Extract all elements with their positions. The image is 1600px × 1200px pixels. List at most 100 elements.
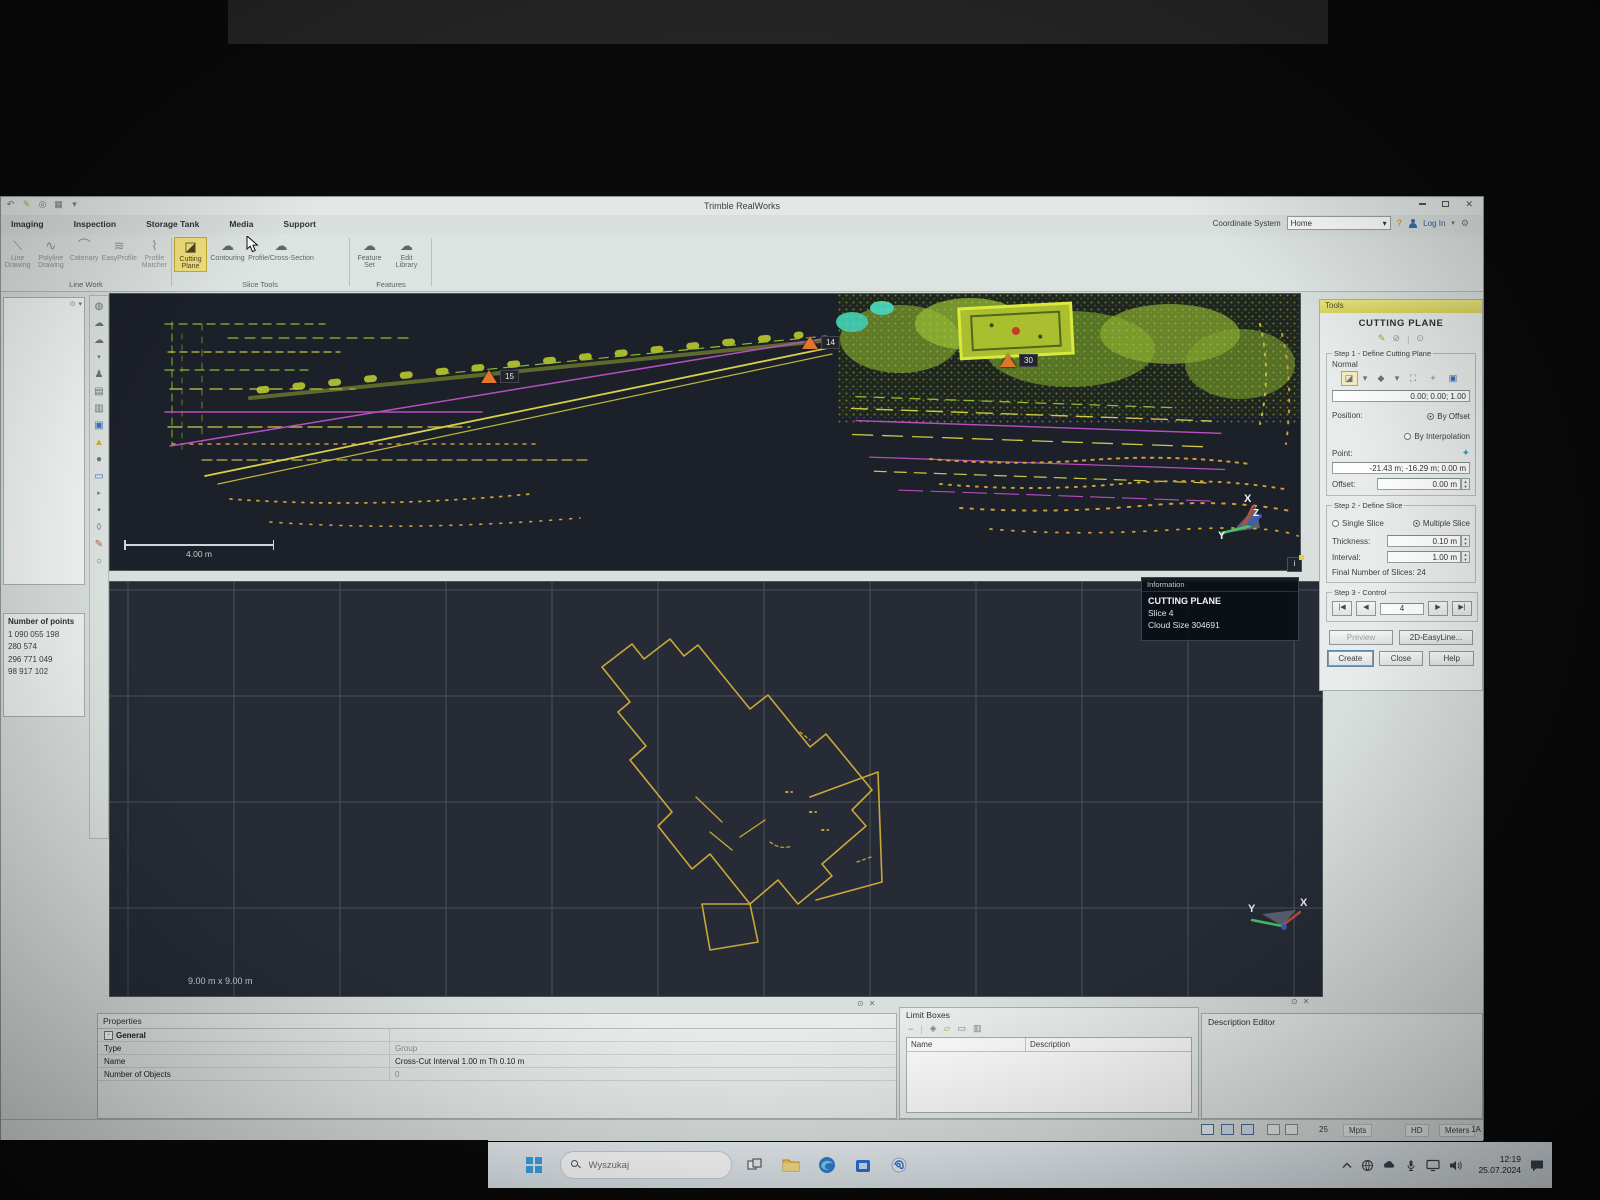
maximize-icon[interactable] <box>1442 201 1449 207</box>
tree-dropdown-icon[interactable]: ▾ <box>78 300 82 308</box>
close-button[interactable]: Close <box>1379 651 1424 666</box>
tab-support[interactable]: Support <box>281 217 318 231</box>
tool-profile-matcher[interactable]: ⌇ Profile Matcher <box>140 237 169 270</box>
interval-spinner[interactable]: ▴▾ <box>1461 551 1470 563</box>
preview-button[interactable]: Preview <box>1329 630 1393 645</box>
disable-plane-icon[interactable]: ⊘ <box>1393 333 1401 344</box>
create-button[interactable]: Create <box>1328 651 1373 666</box>
tool-contouring[interactable]: ☁ Contouring <box>211 237 244 272</box>
tool-cutting-plane[interactable]: ◪ Cutting Plane <box>174 237 207 272</box>
edge-browser-icon[interactable] <box>814 1152 840 1178</box>
edit-plane-icon[interactable]: ✎ <box>1378 333 1386 344</box>
collapse-icon[interactable]: − <box>104 1031 113 1040</box>
plane-mode-dropdown-icon[interactable]: ▾ <box>1361 371 1370 386</box>
tool-catenary[interactable]: ⌒ Catenary <box>70 237 99 270</box>
property-row[interactable]: Number of Objects 0 <box>98 1068 896 1081</box>
import-folder-icon[interactable]: ▱ <box>944 1023 951 1034</box>
interval-field[interactable]: 1.00 m <box>1387 551 1461 563</box>
thickness-spinner[interactable]: ▴▾ <box>1461 535 1470 547</box>
radio-multiple-slice[interactable]: Multiple Slice <box>1413 513 1470 531</box>
display-icon[interactable] <box>1426 1159 1440 1172</box>
login-dropdown-icon[interactable]: ▾ <box>1451 219 1455 227</box>
cloud-select-icon[interactable]: ☁ <box>92 334 106 348</box>
login-button[interactable]: Log In <box>1423 219 1445 228</box>
layout-split-vertical-icon[interactable] <box>1241 1124 1254 1135</box>
close-icon[interactable]: ✕ <box>1465 200 1473 208</box>
coordinate-system-select[interactable]: Home ▾ <box>1287 216 1391 230</box>
offset-spinner[interactable]: ▴▾ <box>1461 478 1470 490</box>
radio-by-interpolation[interactable]: By Interpolation <box>1404 426 1470 444</box>
offset-value-field[interactable]: 0.00 m <box>1377 478 1461 490</box>
tool-edit-library[interactable]: ☁ Edit Library <box>390 237 423 270</box>
help-icon[interactable]: ? <box>1397 218 1403 228</box>
property-row[interactable]: Name Cross-Cut Interval 1.00 m Th 0.10 m <box>98 1055 896 1068</box>
target-marker-icon[interactable]: ▲ <box>92 436 106 450</box>
statusbar-units[interactable]: Meters <box>1439 1124 1475 1137</box>
project-tree-panel[interactable]: ⊙ ▾ <box>3 297 85 585</box>
remove-icon[interactable]: − <box>908 1024 913 1034</box>
thickness-field[interactable]: 0.10 m <box>1387 535 1461 547</box>
layout-split-horizontal-icon[interactable] <box>1221 1124 1234 1135</box>
toolbar-dropdown-icon[interactable]: ▾ <box>92 351 106 365</box>
export-folder-icon[interactable]: ▭ <box>957 1023 966 1034</box>
circle-select-icon[interactable]: ○ <box>92 555 106 569</box>
viewport-2d-slice[interactable]: Y X 9.00 m x 9.00 m <box>109 581 1323 997</box>
slice-marker[interactable]: 30 <box>1000 354 1038 367</box>
notification-icon[interactable] <box>1530 1159 1544 1172</box>
column-description[interactable]: Description <box>1026 1038 1074 1051</box>
next-slice-icon[interactable]: ▶ <box>1428 601 1448 616</box>
last-slice-icon[interactable]: ▶| <box>1452 601 1472 616</box>
stamp-tool-icon[interactable]: ♟ <box>92 368 106 382</box>
point-value-field[interactable]: -21.43 m; -16.29 m; 0.00 m <box>1332 462 1470 474</box>
sphere-tool-icon[interactable]: ● <box>92 453 106 467</box>
help-button[interactable]: Help <box>1429 651 1474 666</box>
segment-tool-icon[interactable]: ▥ <box>92 402 106 416</box>
statusbar-quality[interactable]: HD <box>1405 1124 1429 1137</box>
point-cloud-canvas[interactable]: X Z Y <box>110 294 1300 570</box>
orbit-icon[interactable]: ◍ <box>92 300 106 314</box>
speaker-icon[interactable] <box>1449 1159 1463 1172</box>
slice-marker[interactable]: 14 <box>802 336 840 349</box>
point-picker-icon[interactable]: ✦ <box>1462 448 1470 459</box>
pan-cloud-icon[interactable]: ☁ <box>92 317 106 331</box>
properties-group-row[interactable]: − General <box>98 1029 896 1042</box>
tool-line-drawing[interactable]: ⟍ Line Drawing <box>3 237 32 270</box>
tool-feature-set[interactable]: ☁ Feature Set <box>353 237 386 270</box>
render-mode-icon[interactable] <box>1267 1124 1280 1135</box>
previous-slice-icon[interactable]: ◀ <box>1356 601 1376 616</box>
dot-tool-icon[interactable]: • <box>92 504 106 518</box>
tool-easyprofile[interactable]: ≋ EasyProfile <box>103 237 136 270</box>
limit-boxes-table[interactable]: Name Description <box>906 1037 1192 1113</box>
tool-polyline-drawing[interactable]: ∿ Polyline Drawing <box>36 237 65 270</box>
file-explorer-icon[interactable] <box>778 1152 804 1178</box>
pick-axis-icon[interactable]: + <box>1425 371 1442 386</box>
normal-value-field[interactable]: 0.00; 0.00; 1.00 <box>1332 390 1470 402</box>
property-row[interactable]: Type Group <box>98 1042 896 1055</box>
pin-icon[interactable]: ⊙ <box>857 999 864 1008</box>
microphone-icon[interactable] <box>1405 1159 1417 1172</box>
axis-mode-dropdown-icon[interactable]: ▾ <box>1393 371 1402 386</box>
search-input[interactable] <box>587 1159 701 1172</box>
fit-points-icon[interactable]: ⛶ <box>1405 371 1422 386</box>
radio-single-slice[interactable]: Single Slice <box>1332 513 1384 531</box>
layout-single-view-icon[interactable] <box>1201 1124 1214 1135</box>
slice-plan-canvas[interactable]: Y X <box>110 582 1322 996</box>
viewport-3d-section[interactable]: X Z Y 15 14 30 4.00 m <box>109 293 1301 571</box>
mail-app-icon[interactable] <box>886 1152 912 1178</box>
pin-icon[interactable]: ⊙ <box>1291 997 1298 1006</box>
tab-storage-tank[interactable]: Storage Tank <box>144 217 201 231</box>
radio-by-offset[interactable]: By Offset <box>1427 406 1470 424</box>
slice-marker[interactable]: 15 <box>481 370 519 383</box>
taskbar-clock[interactable]: 12:19 25.07.2024 <box>1478 1154 1521 1175</box>
task-view-icon[interactable] <box>742 1152 768 1178</box>
measure-tool-icon[interactable]: ✎ <box>92 538 106 552</box>
reset-icon[interactable]: ⊙ <box>1416 333 1424 344</box>
small-arrow-icon[interactable]: ▸ <box>92 487 106 501</box>
lock-icon[interactable]: ◈ <box>930 1023 937 1034</box>
network-icon[interactable] <box>1361 1159 1374 1172</box>
tab-imaging[interactable]: Imaging <box>9 217 46 231</box>
list-tool-icon[interactable]: ▤ <box>92 385 106 399</box>
box-icon[interactable]: ▥ <box>973 1023 982 1034</box>
minimize-icon[interactable] <box>1419 203 1426 205</box>
pane-close-icon[interactable]: ✕ <box>869 999 876 1008</box>
